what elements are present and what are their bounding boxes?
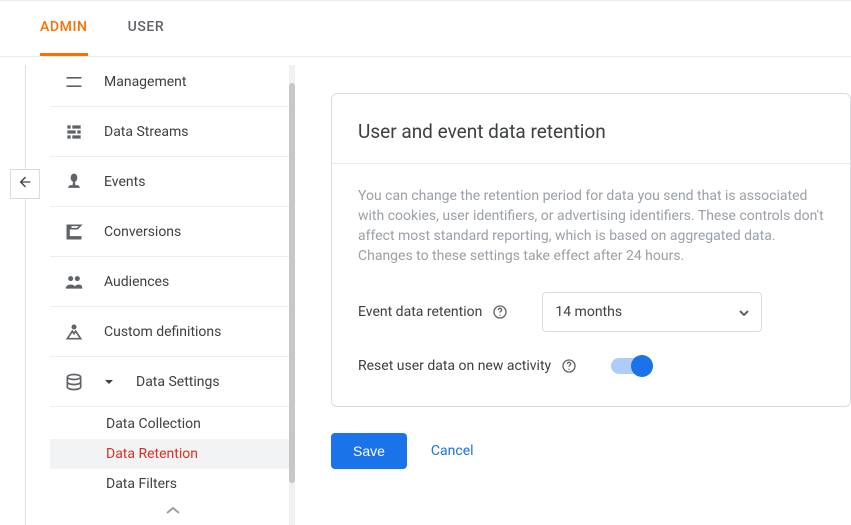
events-icon [62, 170, 86, 194]
nav-item-audiences[interactable]: Audiences [50, 257, 295, 307]
data-settings-subnav: Data Collection Data Retention Data Filt… [50, 407, 295, 501]
nav-label: Events [104, 174, 145, 190]
audiences-icon [62, 270, 86, 294]
save-button[interactable]: Save [331, 433, 407, 469]
card-title: User and event data retention [332, 94, 850, 163]
cancel-button[interactable]: Cancel [431, 443, 474, 459]
action-bar: Save Cancel [331, 433, 851, 469]
select-value: 14 months [555, 304, 622, 320]
nav-item-management[interactable]: Management [50, 57, 295, 107]
back-button[interactable] [10, 169, 40, 199]
event-retention-row: Event data retention 14 months [358, 292, 824, 332]
sidebar: Management Data Streams Events Conversio… [50, 57, 295, 525]
back-column [0, 57, 50, 525]
event-retention-select[interactable]: 14 months [542, 292, 762, 332]
tab-user[interactable]: USER [128, 1, 165, 56]
tab-bar: ADMIN USER [0, 1, 851, 57]
nav-label: Management [104, 74, 186, 90]
tab-admin[interactable]: ADMIN [40, 1, 88, 56]
vertical-connector [25, 65, 26, 525]
subnav-data-retention[interactable]: Data Retention [50, 439, 295, 469]
subnav-data-filters[interactable]: Data Filters [50, 469, 295, 499]
custom-definitions-icon [62, 320, 86, 344]
more-nav[interactable] [50, 501, 295, 523]
caret-down-icon [104, 377, 114, 387]
nav-item-data-settings[interactable]: Data Settings [50, 357, 295, 407]
nav-label: Conversions [104, 224, 181, 240]
data-settings-icon [62, 370, 86, 394]
nav-item-conversions[interactable]: Conversions [50, 207, 295, 257]
nav-item-custom-definitions[interactable]: Custom definitions [50, 307, 295, 357]
reset-activity-toggle[interactable] [611, 358, 651, 374]
toggle-knob [631, 355, 653, 377]
sidebar-scrollbar[interactable] [289, 65, 295, 525]
retention-card: User and event data retention You can ch… [331, 93, 851, 407]
nav-item-data-streams[interactable]: Data Streams [50, 107, 295, 157]
help-icon[interactable] [561, 358, 577, 374]
reset-activity-row: Reset user data on new activity [358, 358, 824, 374]
reset-activity-label: Reset user data on new activity [358, 358, 551, 374]
help-icon[interactable] [492, 304, 508, 320]
conversions-icon [62, 220, 86, 244]
subnav-data-collection[interactable]: Data Collection [50, 409, 295, 439]
nav-item-events[interactable]: Events [50, 157, 295, 207]
nav-label: Data Settings [136, 374, 220, 390]
event-retention-label: Event data retention [358, 304, 482, 320]
chevron-down-icon [739, 304, 749, 320]
nav-label: Data Streams [104, 124, 189, 140]
main-content: User and event data retention You can ch… [295, 57, 851, 525]
nav-label: Custom definitions [104, 324, 221, 340]
management-icon [62, 70, 86, 94]
card-description: You can change the retention period for … [358, 186, 824, 266]
nav-label: Audiences [104, 274, 169, 290]
arrow-left-icon [17, 174, 33, 194]
sidebar-scrollbar-thumb[interactable] [289, 83, 295, 483]
data-streams-icon [62, 120, 86, 144]
